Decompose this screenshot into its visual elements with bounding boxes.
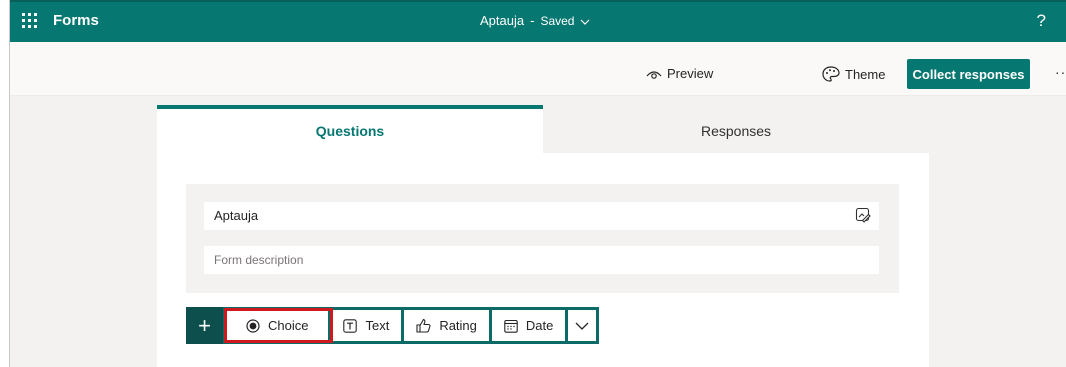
top-bar: Forms Aptauja - Saved ? — [10, 0, 1066, 42]
forms-window: Forms Aptauja - Saved ? Preview Theme Coll… — [9, 0, 1066, 367]
title-separator: - — [530, 13, 535, 28]
theme-label: Theme — [845, 66, 886, 82]
date-label: Date — [525, 318, 554, 333]
collect-responses-button[interactable]: Collect responses — [907, 59, 1030, 89]
form-header: Aptauja Form description — [186, 184, 899, 293]
text-button[interactable]: Text — [331, 310, 405, 341]
radio-icon — [246, 318, 260, 333]
palette-icon — [822, 66, 840, 82]
text-box-icon — [343, 318, 358, 333]
save-status: Saved — [540, 14, 575, 28]
question-type-bar: Choice Text Rating Date — [223, 307, 600, 344]
more-options-icon[interactable]: ··· — [1055, 64, 1066, 80]
thumbs-up-icon — [416, 318, 431, 333]
form-title-text: Aptauja — [214, 208, 259, 223]
form-description-field[interactable]: Form description — [204, 246, 879, 274]
text-label: Text — [365, 318, 390, 333]
chevron-down-icon — [575, 321, 589, 331]
form-name: Aptauja — [480, 13, 525, 28]
tab-responses[interactable]: Responses — [543, 105, 929, 153]
form-editor-card: Questions Responses Aptauja Form descrip… — [157, 105, 929, 367]
chevron-down-icon — [580, 17, 590, 27]
rating-label: Rating — [439, 318, 477, 333]
insert-image-icon[interactable] — [855, 207, 871, 223]
eye-icon — [646, 68, 662, 80]
preview-label: Preview — [667, 66, 714, 81]
theme-button[interactable]: Theme — [822, 66, 885, 82]
form-title-field[interactable]: Aptauja — [204, 202, 879, 230]
app-name[interactable]: Forms — [53, 12, 99, 29]
document-title[interactable]: Aptauja - Saved — [480, 13, 590, 28]
choice-label: Choice — [268, 318, 309, 333]
command-bar: Preview Theme Collect responses ··· — [10, 42, 1066, 96]
choice-button[interactable]: Choice — [223, 308, 334, 343]
add-new-button[interactable]: + — [186, 307, 223, 344]
app-launcher-icon[interactable] — [22, 13, 38, 29]
date-button[interactable]: Date — [492, 310, 569, 341]
tab-questions[interactable]: Questions — [157, 105, 543, 153]
calendar-icon — [504, 319, 518, 333]
add-question-bar: + Choice Text Rating Date — [186, 307, 600, 344]
rating-button[interactable]: Rating — [404, 310, 492, 341]
preview-button[interactable]: Preview — [646, 66, 713, 81]
help-button[interactable]: ? — [1037, 11, 1046, 31]
more-question-types-button[interactable] — [568, 310, 596, 341]
